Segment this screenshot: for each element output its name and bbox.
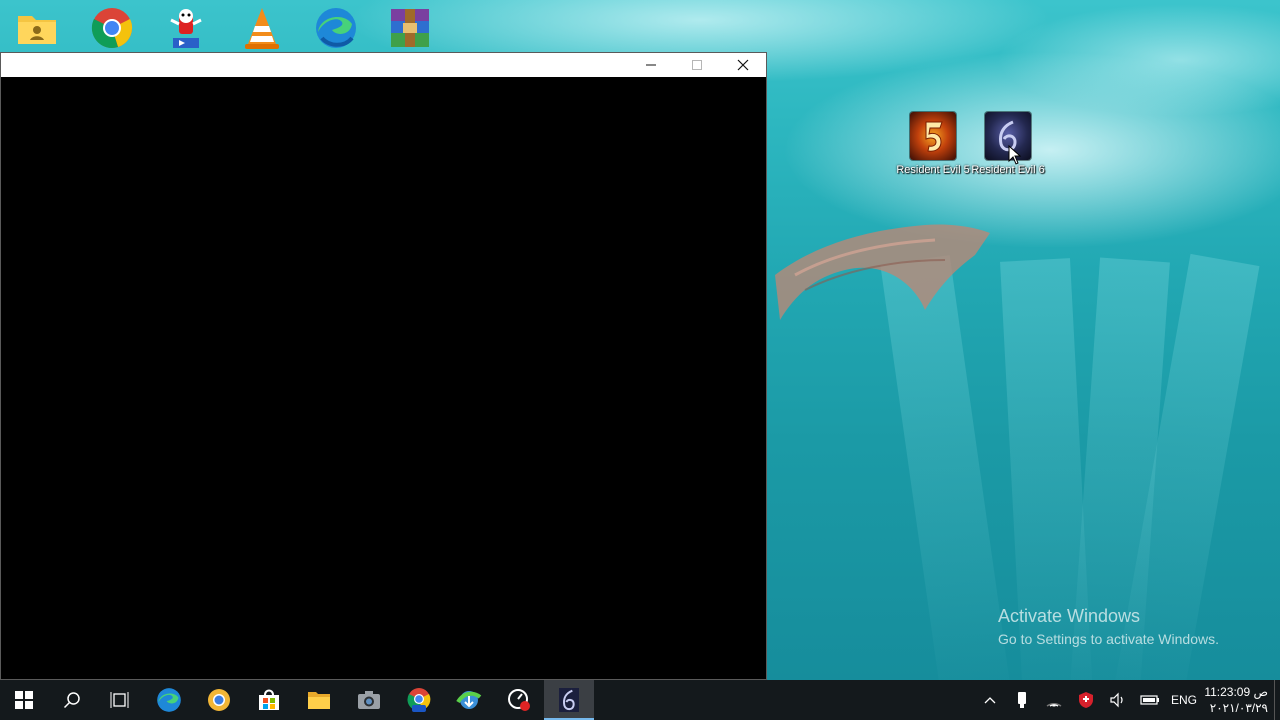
- task-view-button[interactable]: [96, 680, 144, 720]
- battery-button[interactable]: [1134, 680, 1166, 720]
- edge-icon: [157, 688, 181, 712]
- taskbar-chrome-beta[interactable]: [394, 680, 444, 720]
- window-content[interactable]: [1, 77, 766, 679]
- start-button[interactable]: [0, 680, 48, 720]
- file-explorer-icon: [308, 692, 330, 709]
- microsoft-store-icon: [259, 689, 279, 710]
- clock-date: ٢٠٢١/٠٣/٢٩: [1209, 701, 1268, 715]
- taskbar-resident-evil-6[interactable]: [544, 680, 594, 720]
- taskbar-camera[interactable]: [344, 680, 394, 720]
- task-view-icon: [110, 692, 129, 708]
- activation-watermark: Activate Windows Go to Settings to activ…: [998, 606, 1219, 647]
- clock[interactable]: 11:23:09 ص ٢٠٢١/٠٣/٢٩: [1202, 684, 1274, 716]
- taskbar-internet-download-manager[interactable]: [444, 680, 494, 720]
- desktop-icon-resident-evil-5[interactable]: Resident Evil 5: [896, 112, 970, 178]
- chevron-up-icon: [984, 697, 996, 704]
- taskbar: ENG 11:23:09 ص ٢٠٢١/٠٣/٢٩: [0, 680, 1280, 720]
- internet-download-manager-icon: [456, 691, 482, 709]
- taskbar-chrome-canary[interactable]: [194, 680, 244, 720]
- winrar-icon[interactable]: [386, 6, 434, 50]
- game-window[interactable]: [0, 52, 767, 680]
- security-button[interactable]: [1070, 680, 1102, 720]
- maximize-icon: [692, 60, 702, 70]
- resident-evil-6-icon: [559, 688, 579, 712]
- shield-icon: [1079, 692, 1093, 708]
- chrome-icon[interactable]: [88, 6, 136, 50]
- clock-time: 11:23:09 ص: [1204, 685, 1268, 699]
- user-folder-icon[interactable]: [13, 6, 61, 50]
- resident-evil-5-icon: [910, 112, 956, 160]
- vlc-icon[interactable]: [238, 6, 286, 50]
- network-button[interactable]: [1038, 680, 1070, 720]
- close-icon: [737, 59, 749, 71]
- usb-drive-icon: [1018, 692, 1026, 708]
- wifi-icon: [1046, 703, 1062, 707]
- window-titlebar[interactable]: [1, 53, 766, 77]
- chrome-beta-icon: [407, 688, 431, 712]
- system-tray: ENG 11:23:09 ص ٢٠٢١/٠٣/٢٩: [974, 680, 1280, 720]
- minimize-button[interactable]: [628, 53, 674, 77]
- camera-icon: [358, 691, 380, 709]
- taskbar-microsoft-store[interactable]: [244, 680, 294, 720]
- search-button[interactable]: [48, 680, 96, 720]
- chrome-canary-icon: [208, 689, 230, 711]
- media-mascot-icon[interactable]: [162, 6, 210, 50]
- desktop-icon-label: Resident Evil 6: [971, 164, 1045, 176]
- taskbar-edge[interactable]: [144, 680, 194, 720]
- mermaid-tail-image: [775, 224, 990, 320]
- edge-icon[interactable]: [312, 6, 360, 50]
- desktop-icon-label: Resident Evil 5: [896, 164, 970, 176]
- speaker-icon: [1110, 692, 1123, 708]
- maximize-button[interactable]: [674, 53, 720, 77]
- volume-button[interactable]: [1102, 680, 1134, 720]
- start-icon: [15, 691, 33, 709]
- minimize-icon: [646, 64, 656, 66]
- watermark-subtitle: Go to Settings to activate Windows.: [998, 631, 1219, 647]
- language-indicator[interactable]: ENG: [1166, 693, 1202, 707]
- close-button[interactable]: [720, 53, 766, 77]
- battery-icon: [1140, 695, 1159, 705]
- show-desktop-button[interactable]: [1274, 680, 1280, 720]
- taskbar-screen-recorder[interactable]: [494, 680, 544, 720]
- show-hidden-icons-button[interactable]: [974, 680, 1006, 720]
- top-shortcut-bar: [0, 0, 460, 52]
- taskbar-file-explorer[interactable]: [294, 680, 344, 720]
- watermark-title: Activate Windows: [998, 606, 1141, 626]
- screen-recorder-icon: [508, 689, 530, 711]
- search-icon: [63, 692, 80, 709]
- usb-device-button[interactable]: [1006, 680, 1038, 720]
- mouse-cursor-icon: [1008, 145, 1022, 165]
